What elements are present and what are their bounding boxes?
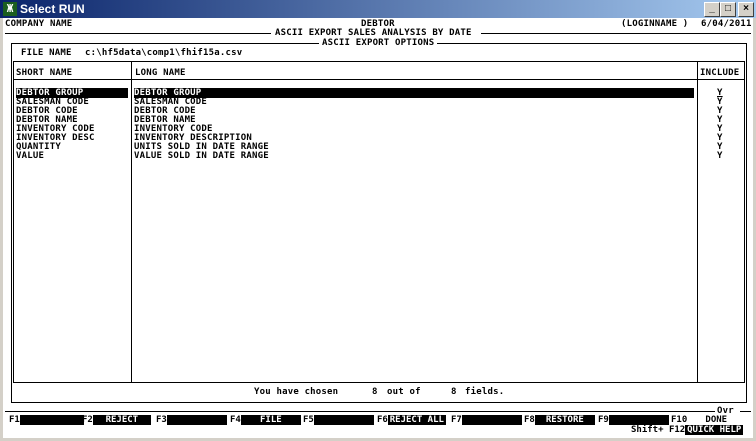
f4-key[interactable]: F4 FILE	[230, 415, 301, 425]
f2-key[interactable]: F2 REJECT	[82, 415, 151, 425]
f7-action[interactable]	[461, 415, 522, 425]
f5-action[interactable]	[313, 415, 374, 425]
row-short-name[interactable]: VALUE	[16, 151, 44, 161]
row-long-name[interactable]: VALUE SOLD IN DATE RANGE	[134, 151, 269, 161]
file-button[interactable]: FILE	[240, 415, 301, 425]
f7-key[interactable]: F7	[451, 415, 522, 425]
login-name: (LOGINNAME )	[621, 19, 689, 29]
col-long-name: LONG NAME	[135, 68, 186, 78]
quick-help-button[interactable]: QUICK HELP	[685, 425, 744, 435]
f3-key[interactable]: F3	[156, 415, 227, 425]
app-icon: Ж	[3, 2, 17, 16]
chosen-count: 8	[372, 387, 378, 397]
f4-label: F4	[230, 415, 241, 425]
maximize-button[interactable]: □	[720, 2, 736, 17]
terminal-screen: COMPANY NAME DEBTOR (LOGINNAME ) 6/04/20…	[3, 18, 753, 438]
f1-label: F1	[9, 415, 20, 425]
shift-prefix: Shift+	[631, 425, 664, 435]
f9-action[interactable]	[608, 415, 669, 425]
row-include-flag[interactable]: Y	[717, 151, 723, 161]
f3-action[interactable]	[166, 415, 227, 425]
window-titlebar: Ж Select RUN _ □ ×	[0, 0, 756, 18]
restore-button[interactable]: RESTORE	[534, 415, 595, 425]
col-short-name: SHORT NAME	[16, 68, 73, 78]
window-title: Select RUN	[20, 2, 85, 16]
col-include: INCLUDE	[700, 68, 740, 78]
summary-mid: out of	[387, 387, 421, 397]
f6-key[interactable]: F6 REJECT ALL	[377, 415, 446, 425]
shift-f12-key[interactable]: Shift+ F12 QUICK HELP	[631, 425, 744, 435]
f1-key[interactable]: F1	[9, 415, 84, 425]
summary-prefix: You have chosen	[254, 387, 339, 397]
f12-label: F12	[668, 425, 686, 435]
f8-label: F8	[524, 415, 535, 425]
f9-label: F9	[598, 415, 609, 425]
report-title: ASCII EXPORT SALES ANALYSIS BY DATE	[275, 28, 472, 38]
f10-label: F10	[671, 415, 688, 425]
f10-key[interactable]: F10 DONE	[671, 415, 746, 425]
divider	[740, 411, 751, 412]
done-button[interactable]: DONE	[687, 415, 746, 425]
total-count: 8	[451, 387, 457, 397]
file-name-label: FILE NAME	[21, 48, 72, 58]
column-divider	[697, 61, 698, 382]
divider	[5, 411, 715, 412]
close-button[interactable]: ×	[738, 2, 754, 17]
current-date: 6/04/2011	[701, 19, 752, 29]
f8-key[interactable]: F8 RESTORE	[524, 415, 595, 425]
f5-key[interactable]: F5	[303, 415, 374, 425]
company-name: COMPANY NAME	[5, 19, 73, 29]
table-header-divider	[13, 79, 744, 80]
fields-table	[13, 61, 745, 383]
f5-label: F5	[303, 415, 314, 425]
f2-label: F2	[82, 415, 93, 425]
divider	[5, 33, 271, 34]
file-name-field[interactable]: c:\hf5data\comp1\fhif15a.csv	[85, 48, 242, 58]
f7-label: F7	[451, 415, 462, 425]
divider	[481, 33, 751, 34]
row-long-name[interactable]: DEBTOR GROUP	[134, 88, 694, 98]
panel-title: ASCII EXPORT OPTIONS	[319, 38, 438, 48]
reject-button[interactable]: REJECT	[92, 415, 151, 425]
f1-action[interactable]	[19, 415, 84, 425]
f9-key[interactable]: F9	[598, 415, 669, 425]
minimize-button[interactable]: _	[704, 2, 720, 17]
f6-label: F6	[377, 415, 388, 425]
f3-label: F3	[156, 415, 167, 425]
reject-all-button[interactable]: REJECT ALL	[387, 415, 446, 425]
column-divider	[131, 61, 132, 382]
summary-suffix: fields.	[465, 387, 505, 397]
